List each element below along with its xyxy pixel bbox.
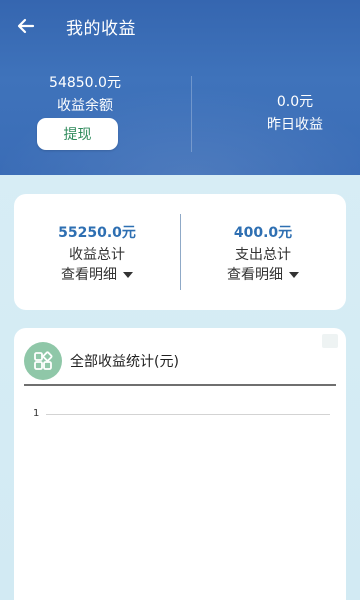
page-title: 我的收益 bbox=[66, 19, 136, 39]
expense-detail-label: 查看明细 bbox=[227, 267, 283, 283]
expense-detail-link[interactable]: 查看明细 bbox=[180, 264, 346, 284]
expense-label: 支出总计 bbox=[235, 247, 291, 263]
yesterday-label: 昨日收益 bbox=[267, 117, 323, 133]
header-divider bbox=[191, 76, 192, 152]
back-button[interactable] bbox=[12, 12, 40, 40]
stats-title: 全部收益统计(元) bbox=[70, 354, 179, 370]
yesterday-block: 0.0元 昨日收益 bbox=[230, 93, 360, 135]
stats-chart: 1 bbox=[24, 396, 336, 596]
y-tick-label: 1 bbox=[33, 408, 40, 419]
earnings-header: 我的收益 54850.0元 收益余额 提现 0.0元 昨日收益 bbox=[0, 0, 360, 175]
income-label: 收益总计 bbox=[69, 247, 125, 263]
income-detail-link[interactable]: 查看明细 bbox=[14, 264, 180, 284]
app-screen: 我的收益 54850.0元 收益余额 提现 0.0元 昨日收益 55250.0元… bbox=[0, 0, 360, 600]
top-bar: 我的收益 bbox=[0, 0, 360, 55]
grid-line bbox=[46, 414, 330, 415]
income-amount: 55250.0元 bbox=[58, 225, 136, 241]
caret-down-icon bbox=[289, 272, 299, 278]
stats-card: 全部收益统计(元) 1 bbox=[14, 328, 346, 600]
income-summary: 55250.0元 收益总计 查看明细 bbox=[14, 194, 180, 310]
balance-block: 54850.0元 收益余额 bbox=[20, 74, 150, 116]
income-detail-label: 查看明细 bbox=[61, 267, 117, 283]
card-corner-decoration bbox=[322, 334, 338, 348]
withdraw-button[interactable]: 提现 bbox=[37, 118, 118, 150]
apps-grid-icon bbox=[24, 342, 62, 380]
expense-amount: 400.0元 bbox=[233, 225, 293, 241]
stats-title-rule bbox=[24, 384, 336, 386]
expense-summary: 400.0元 支出总计 查看明细 bbox=[180, 194, 346, 310]
caret-down-icon bbox=[123, 272, 133, 278]
balance-label: 收益余额 bbox=[57, 98, 113, 114]
arrow-left-icon bbox=[17, 18, 35, 34]
yesterday-amount: 0.0元 bbox=[276, 94, 314, 110]
balance-amount: 54850.0元 bbox=[49, 75, 121, 91]
summary-card: 55250.0元 收益总计 查看明细 400.0元 支出总计 查看明细 bbox=[14, 194, 346, 310]
